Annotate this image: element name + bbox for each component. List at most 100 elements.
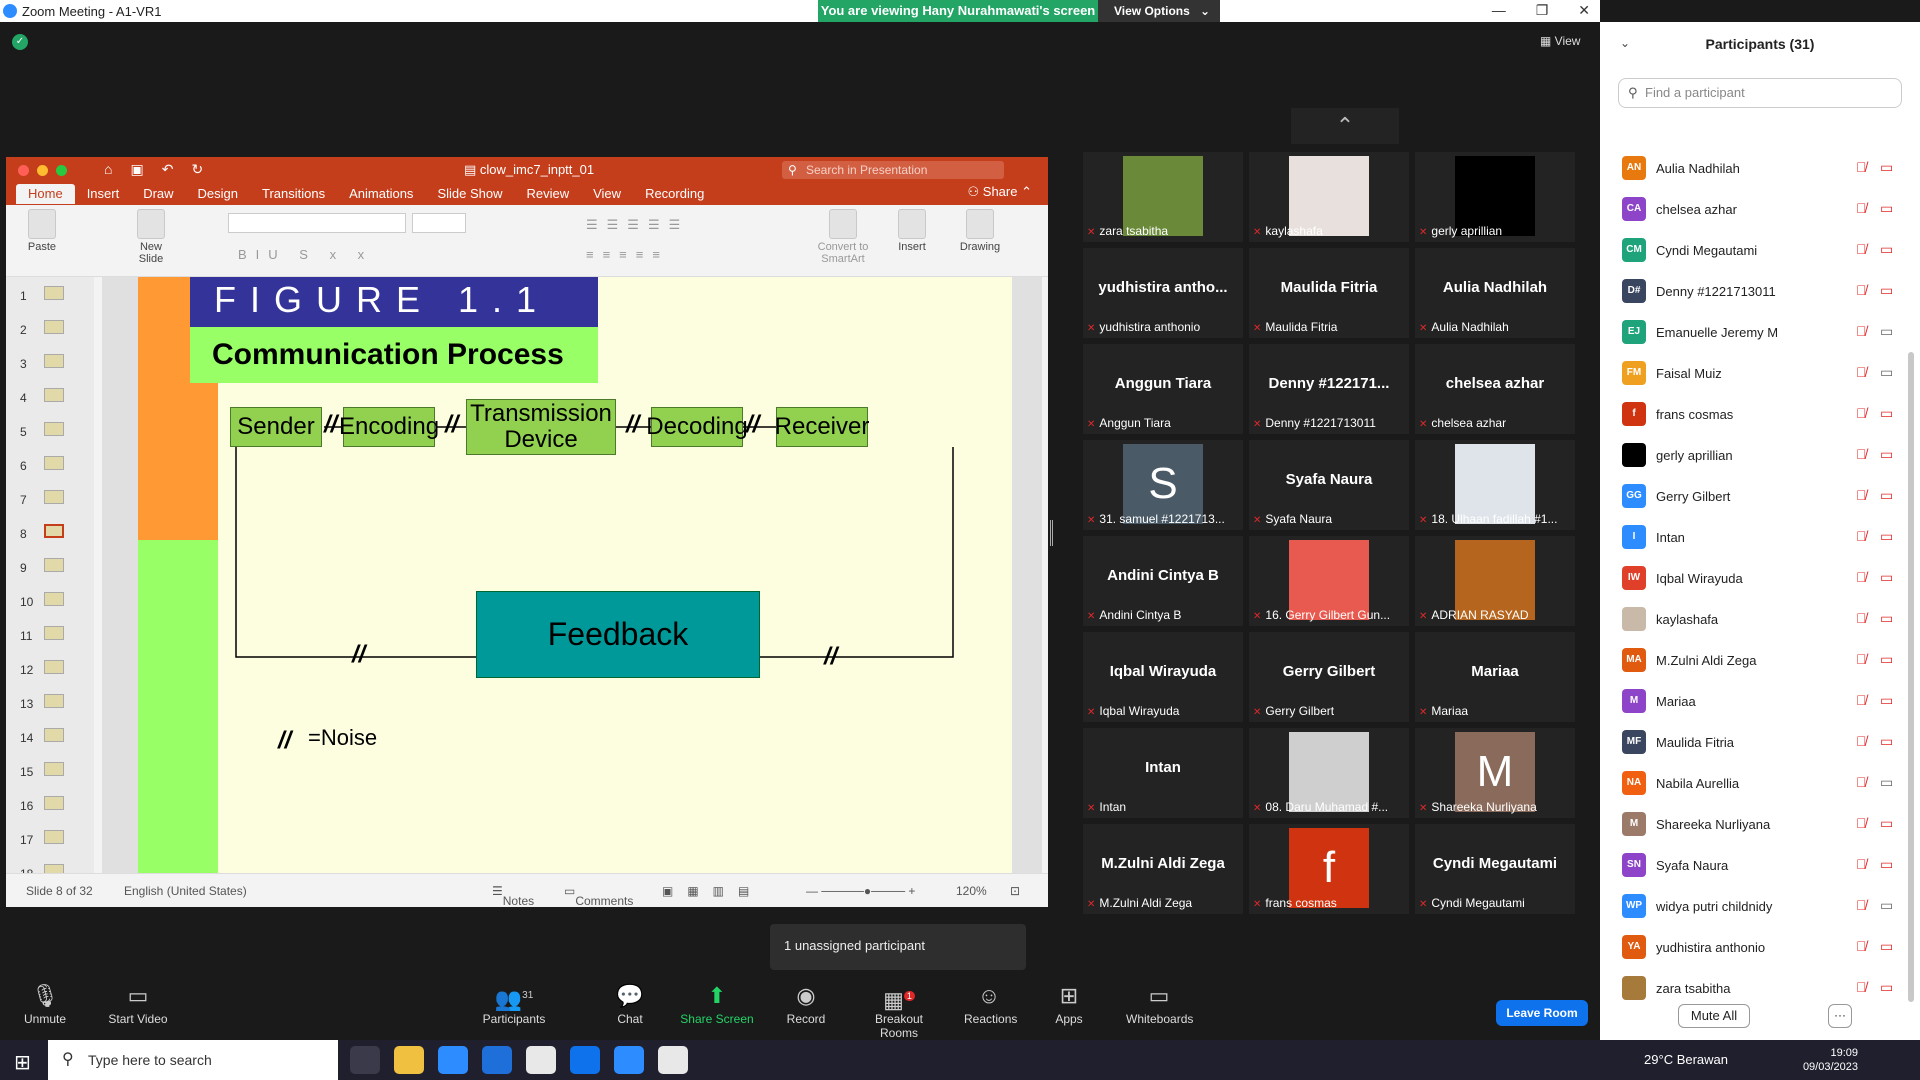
taskbar-search[interactable]: Type here to search [48,1040,338,1080]
video-tile[interactable]: Iqbal Wirayuda Iqbal Wirayuda [1083,632,1243,722]
slide-thumbnail-selected: 8 [12,521,86,547]
participant-row[interactable]: YA yudhistira anthonio 🎙̸ ▭ [1622,933,1902,963]
mute-all-button[interactable]: Mute All [1678,1004,1750,1028]
task-view-icon[interactable] [350,1046,380,1074]
view-options-button[interactable]: View Options ⌄ [1098,0,1220,22]
video-tile[interactable]: chelsea azhar chelsea azhar [1415,344,1575,434]
video-tile[interactable]: ffrans cosmas [1249,824,1409,914]
participant-row[interactable]: FM Faisal Muiz 🎙̸ ▭ [1622,359,1902,389]
tile-label: 08. Daru Muhamad #... [1253,800,1405,816]
chrome-icon[interactable] [526,1046,556,1074]
clock[interactable]: 19:09 09/03/2023 [1803,1046,1858,1074]
participant-row[interactable]: f frans cosmas 🎙̸ ▭ [1622,400,1902,430]
video-tile[interactable]: Andini Cintya B Andini Cintya B [1083,536,1243,626]
store-icon[interactable] [438,1046,468,1074]
maximize-icon[interactable]: ❐ [1536,0,1549,20]
video-off-icon: ▭ [1880,241,1894,257]
video-tile[interactable]: gerly aprillian [1415,152,1575,242]
windows-start-icon[interactable]: ⊞ [14,1050,31,1075]
participants-button[interactable]: 👥31 Participants [482,980,546,1026]
file-explorer-icon[interactable] [394,1046,424,1074]
video-off-icon: ▭ [1880,405,1894,421]
video-tile[interactable]: Gerry Gilbert Gerry Gilbert [1249,632,1409,722]
participant-row[interactable]: CM Cyndi Megautami 🎙̸ ▭ [1622,236,1902,266]
video-tile[interactable]: 08. Daru Muhamad #... [1249,728,1409,818]
participant-row[interactable]: GG Gerry Gilbert 🎙̸ ▭ [1622,482,1902,512]
participant-row[interactable]: M Shareeka Nurliyana 🎙̸ ▭ [1622,810,1902,840]
participant-row[interactable]: SN Syafa Naura 🎙̸ ▭ [1622,851,1902,881]
participant-row[interactable]: WP widya putri childnidy 🎙̸ ▭ [1622,892,1902,922]
tile-label: Iqbal Wirayuda [1087,704,1239,720]
window-titlebar: Zoom Meeting - A1-VR1 — ❐ ✕ [0,0,1600,22]
video-tile[interactable]: Denny #122171... Denny #1221713011 [1249,344,1409,434]
zoom-level: 120% [956,884,987,898]
record-button[interactable]: ◉ Record [786,980,826,1026]
muted-mic-icon: 🎙̸ [1856,405,1867,421]
chat-button[interactable]: 💬 Chat [610,980,650,1026]
teamviewer-icon[interactable] [570,1046,600,1074]
view-modes: ▣▦▥▤ [662,884,764,898]
video-tile[interactable]: zara tsabitha [1083,152,1243,242]
participant-row[interactable]: AN Aulia Nadhilah 🎙̸ ▭ [1622,154,1902,184]
video-tile[interactable]: Syafa Naura Syafa Naura [1249,440,1409,530]
start-video-button[interactable]: ▭ Start Video [106,980,170,1026]
video-tile[interactable]: M.Zulni Aldi Zega M.Zulni Aldi Zega [1083,824,1243,914]
video-tile[interactable]: Mariaa Mariaa [1415,632,1575,722]
video-tile[interactable]: 16. Gerry Gilbert Gun... [1249,536,1409,626]
participant-row[interactable]: I Intan 🎙̸ ▭ [1622,523,1902,553]
muted-mic-icon: 🎙̸ [1856,733,1867,749]
participant-row[interactable]: CA chelsea azhar 🎙̸ ▭ [1622,195,1902,225]
video-tile[interactable]: kaylashafa [1249,152,1409,242]
ppt-titlebar: ⌂ ▣ ↶ ↻ ▤ clow_imc7_inptt_01 Search in P… [6,157,1048,205]
tile-label: Maulida Fitria [1253,320,1405,336]
video-tile[interactable]: 18. Ulhaan fadillah #1... [1415,440,1575,530]
participant-row[interactable]: kaylashafa 🎙̸ ▭ [1622,605,1902,635]
zoom-taskbar-icon[interactable] [614,1046,644,1074]
participant-row[interactable]: M Mariaa 🎙̸ ▭ [1622,687,1902,717]
apps-button[interactable]: ⊞ Apps [1054,980,1084,1026]
whiteboards-button[interactable]: ▭ Whiteboards [1126,980,1193,1026]
ppt-tab: Review [526,186,570,201]
video-tile[interactable]: Maulida Fitria Maulida Fitria [1249,248,1409,338]
participant-row[interactable]: EJ Emanuelle Jeremy M 🎙̸ ▭ [1622,318,1902,348]
more-options-button[interactable]: ··· [1828,1004,1852,1028]
video-tile[interactable]: Intan Intan [1083,728,1243,818]
view-button[interactable]: ▦ View [1540,34,1580,48]
video-tile[interactable]: Anggun Tiara Anggun Tiara [1083,344,1243,434]
split-handle[interactable] [1050,520,1053,546]
participant-row[interactable]: NA Nabila Aurellia 🎙̸ ▭ [1622,769,1902,799]
shield-icon[interactable]: ✓ [12,34,28,50]
participant-row[interactable]: IW Iqbal Wirayuda 🎙̸ ▭ [1622,564,1902,594]
participants-scrollbar[interactable] [1908,352,1914,1002]
participants-title: Participants (31) [1705,36,1815,52]
participant-row[interactable]: D# Denny #1221713011 🎙̸ ▭ [1622,277,1902,307]
chrome-icon[interactable] [658,1046,688,1074]
gallery-up-arrow-icon[interactable]: ⌃ [1291,108,1399,144]
participant-row[interactable]: zara tsabitha 🎙̸ ▭ [1622,974,1902,1004]
video-tile[interactable]: S31. samuel #1221713... [1083,440,1243,530]
new-slide-icon [137,209,165,239]
ppt-tab: View [593,186,622,201]
video-tile[interactable]: Cyndi Megautami Cyndi Megautami [1415,824,1575,914]
smartart-icon [829,209,857,239]
unmute-button[interactable]: 🎙 Unmute [20,980,70,1026]
video-tile[interactable]: MShareeka Nurliyana [1415,728,1575,818]
breakout-rooms-button[interactable]: ▦ 1 Breakout Rooms [856,980,942,1040]
share-screen-button[interactable]: ⬆ Share Screen [680,980,754,1026]
zoom-slider: — ─────●──── + [806,884,916,898]
participant-row[interactable]: gerly aprillian 🎙̸ ▭ [1622,441,1902,471]
muted-mic-icon: 🎙̸ [1856,774,1867,790]
slide-thumbnail: 15 [12,759,86,785]
participant-row[interactable]: MF Maulida Fitria 🎙̸ ▭ [1622,728,1902,758]
weather[interactable]: 29°C Berawan [1644,1052,1728,1067]
participant-row[interactable]: MA M.Zulni Aldi Zega 🎙̸ ▭ [1622,646,1902,676]
reactions-button[interactable]: ☺ Reactions [964,980,1017,1026]
minimize-icon[interactable]: — [1492,0,1506,20]
close-icon[interactable]: ✕ [1578,0,1590,20]
find-participant-input[interactable]: Find a participant [1618,78,1902,108]
mail-icon[interactable] [482,1046,512,1074]
leave-room-button[interactable]: Leave Room [1496,1000,1588,1026]
video-tile[interactable]: yudhistira antho... yudhistira anthonio [1083,248,1243,338]
video-tile[interactable]: Aulia Nadhilah Aulia Nadhilah [1415,248,1575,338]
video-tile[interactable]: ADRIAN RASYAD [1415,536,1575,626]
